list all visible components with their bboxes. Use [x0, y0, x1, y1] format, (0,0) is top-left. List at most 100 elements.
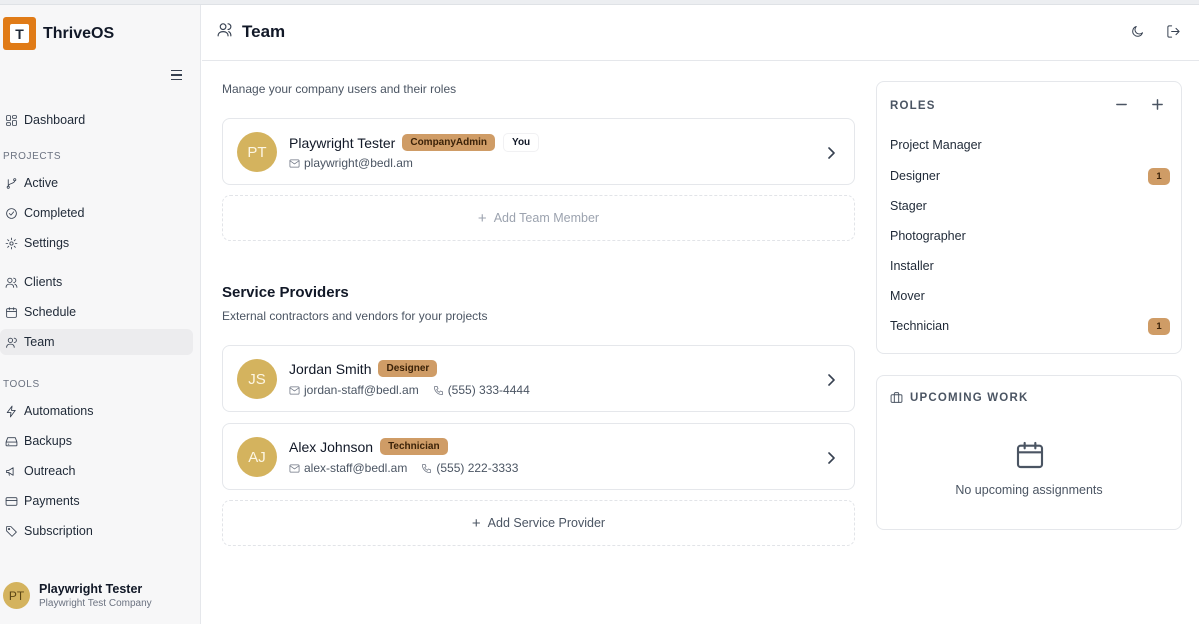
plus-icon: +	[471, 514, 481, 532]
role-label: Stager	[890, 199, 927, 213]
sidebar: T ThriveOS Dashboard PROJECTS Active Com…	[0, 5, 201, 624]
role-label: Designer	[890, 169, 941, 183]
app-name: ThriveOS	[43, 24, 115, 42]
sidebar-item-clients[interactable]: Clients	[0, 269, 193, 295]
page-header: Team	[202, 5, 1199, 61]
sidebar-item-settings[interactable]: Settings	[0, 230, 193, 256]
mail-icon	[289, 158, 300, 168]
empty-state-text: No upcoming assignments	[955, 483, 1103, 497]
users-icon	[4, 275, 18, 289]
user-name: Playwright Tester	[39, 582, 143, 596]
sidebar-item-automations[interactable]: Automations	[0, 398, 193, 424]
role-badge: Technician	[380, 438, 448, 455]
sidebar-item-label: Completed	[24, 206, 85, 220]
role-item[interactable]: Technician 1	[890, 316, 1170, 336]
calendar-icon	[1014, 439, 1046, 471]
upcoming-title: UPCOMING WORK	[910, 391, 1029, 404]
menu-toggle-icon[interactable]	[168, 67, 184, 83]
sidebar-item-outreach[interactable]: Outreach	[0, 458, 193, 484]
check-circle-icon	[4, 206, 18, 220]
role-badge: Designer	[378, 360, 438, 377]
team-icon	[216, 21, 233, 43]
user-icon	[4, 335, 18, 349]
logo-letter: T	[10, 24, 29, 43]
upcoming-work-panel: UPCOMING WORK No upcoming assignments	[876, 375, 1182, 530]
user-company: Playwright Test Company	[39, 598, 152, 609]
role-item[interactable]: Installer	[890, 256, 1170, 276]
phone-icon	[433, 385, 443, 395]
logo-icon: T	[3, 17, 36, 50]
plus-icon: +	[477, 209, 487, 227]
member-email: playwright@bedl.am	[304, 156, 413, 170]
moon-icon[interactable]	[1130, 24, 1147, 41]
role-badge: CompanyAdmin	[402, 134, 496, 151]
hard-drive-icon	[4, 434, 18, 448]
sidebar-item-label: Clients	[24, 275, 63, 289]
branch-icon	[4, 176, 18, 190]
brand[interactable]: T ThriveOS	[3, 17, 114, 50]
roles-panel: ROLES Project Manager Designer 1 Stager P…	[876, 81, 1182, 354]
sidebar-item-payments[interactable]: Payments	[0, 488, 193, 514]
collapse-icon[interactable]	[1115, 98, 1129, 112]
zap-icon	[4, 404, 18, 418]
logout-icon[interactable]	[1166, 24, 1183, 41]
sidebar-item-schedule[interactable]: Schedule	[0, 299, 193, 325]
avatar: JS	[237, 359, 277, 399]
megaphone-icon	[4, 464, 18, 478]
phone-icon	[422, 463, 432, 473]
current-user[interactable]: PT Playwright Tester Playwright Test Com…	[3, 582, 152, 609]
role-item[interactable]: Designer 1	[890, 166, 1170, 186]
avatar: PT	[3, 582, 30, 609]
dashboard-icon	[4, 113, 18, 127]
provider-name: Jordan Smith	[289, 360, 372, 377]
sidebar-item-label: Dashboard	[24, 113, 86, 127]
page-title: Team	[242, 22, 286, 41]
role-label: Photographer	[890, 229, 966, 243]
sidebar-item-label: Settings	[24, 236, 70, 250]
sidebar-item-label: Team	[24, 335, 55, 349]
gear-icon	[4, 236, 18, 250]
role-item[interactable]: Mover	[890, 286, 1170, 306]
service-providers-subtitle: External contractors and vendors for you…	[222, 309, 488, 323]
briefcase-icon	[890, 392, 903, 403]
sidebar-item-active[interactable]: Active	[0, 170, 193, 196]
role-count-badge: 1	[1148, 317, 1170, 335]
avatar: AJ	[237, 437, 277, 477]
provider-email: alex-staff@bedl.am	[304, 461, 408, 475]
provider-card[interactable]: AJ Alex Johnson Technician alex-staff@be…	[222, 423, 855, 490]
sidebar-item-label: Subscription	[24, 524, 93, 538]
role-label: Installer	[890, 259, 934, 273]
tag-icon	[4, 524, 18, 538]
section-label-tools: TOOLS	[3, 379, 40, 390]
member-name: Playwright Tester	[289, 134, 396, 151]
role-item[interactable]: Photographer	[890, 226, 1170, 246]
mail-icon	[289, 385, 300, 395]
calendar-icon	[4, 305, 18, 319]
sidebar-item-dashboard[interactable]: Dashboard	[0, 107, 193, 133]
add-service-provider-label: Add Service Provider	[487, 516, 606, 530]
sidebar-item-completed[interactable]: Completed	[0, 200, 193, 226]
role-item[interactable]: Stager	[890, 196, 1170, 216]
add-team-member-button[interactable]: + Add Team Member	[222, 195, 855, 241]
section-label-projects: PROJECTS	[3, 151, 62, 162]
add-service-provider-button[interactable]: + Add Service Provider	[222, 500, 855, 546]
add-role-icon[interactable]	[1151, 98, 1165, 112]
team-subtitle: Manage your company users and their role…	[222, 82, 457, 96]
sidebar-item-label: Backups	[24, 434, 72, 448]
sidebar-item-subscription[interactable]: Subscription	[0, 518, 193, 544]
chevron-right-icon	[826, 451, 836, 464]
chevron-right-icon	[826, 146, 836, 159]
sidebar-item-backups[interactable]: Backups	[0, 428, 193, 454]
sidebar-item-label: Payments	[24, 494, 80, 508]
upcoming-header: UPCOMING WORK	[890, 391, 1028, 404]
team-member-card[interactable]: PT Playwright Tester CompanyAdmin You pl…	[222, 118, 855, 185]
provider-card[interactable]: JS Jordan Smith Designer jordan-staff@be…	[222, 345, 855, 412]
sidebar-item-label: Active	[24, 176, 59, 190]
service-providers-title: Service Providers	[222, 284, 349, 301]
mail-icon	[289, 463, 300, 473]
provider-email: jordan-staff@bedl.am	[304, 383, 419, 397]
role-item[interactable]: Project Manager	[890, 135, 1170, 155]
you-badge: You	[503, 133, 540, 152]
role-label: Technician	[890, 319, 950, 333]
sidebar-item-team[interactable]: Team	[0, 329, 193, 355]
